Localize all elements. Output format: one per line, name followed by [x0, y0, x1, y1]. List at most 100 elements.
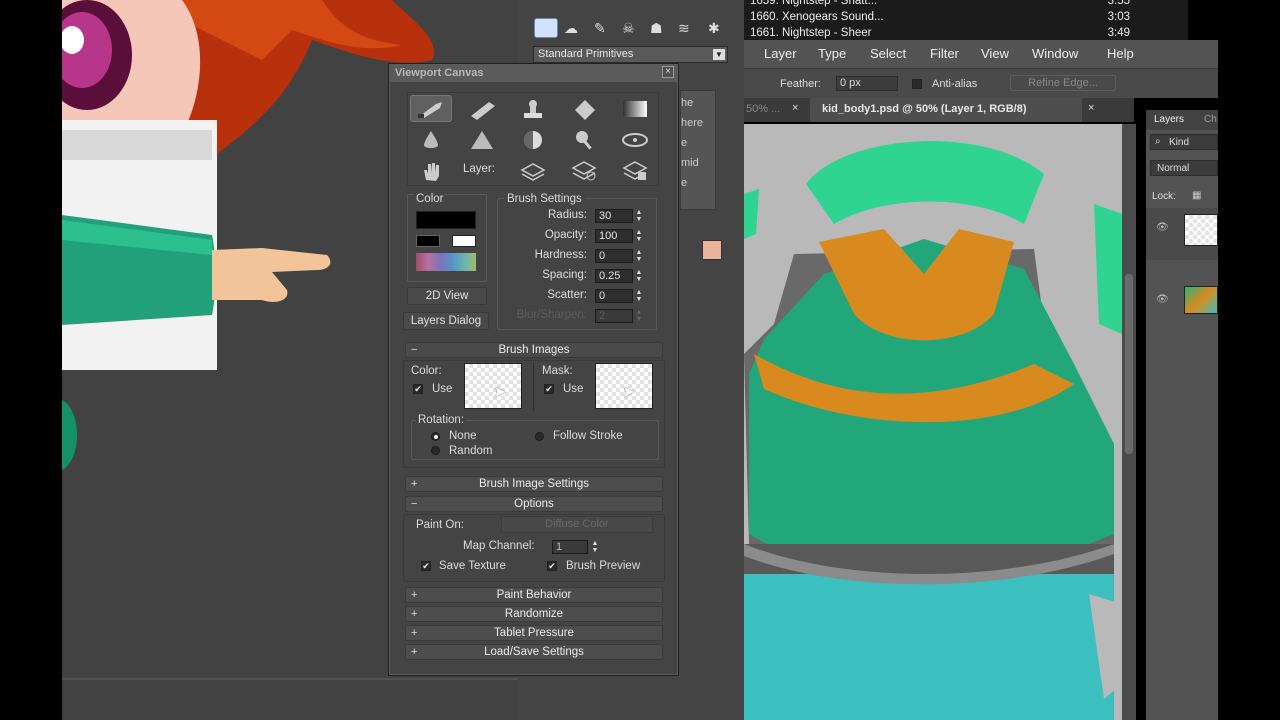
load-save-settings-rollout[interactable]: + Load/Save Settings	[405, 644, 663, 660]
eye-icon[interactable]: 👁	[1156, 222, 1169, 233]
list-item[interactable]: 1659. Nightstep - Shatt... 3:55	[750, 0, 1130, 9]
layer-add-icon[interactable]	[512, 157, 554, 184]
plus-icon: +	[411, 608, 418, 620]
menu-select[interactable]: Select	[870, 46, 906, 61]
dialog-titlebar[interactable]: Viewport Canvas	[389, 64, 678, 82]
close-icon[interactable]: ×	[792, 102, 798, 114]
mask-use-checkbox[interactable]: ✔	[544, 384, 554, 394]
paint-brush-icon[interactable]	[410, 95, 452, 122]
brush-preview-checkbox[interactable]: ✔	[547, 561, 557, 571]
rotation-follow-radio[interactable]	[535, 432, 544, 441]
scroll-thumb[interactable]	[1125, 274, 1133, 454]
anti-alias-checkbox[interactable]	[912, 79, 922, 89]
object-type-label[interactable]: he	[681, 97, 693, 109]
color-brush-image[interactable]: ➤	[464, 363, 522, 409]
object-type-label[interactable]: e	[681, 177, 687, 189]
list-item[interactable]: 1660. Xenogears Sound... 3:03	[750, 11, 1130, 25]
list-item[interactable]: 1661. Nightstep - Sheer 3:49	[750, 27, 1130, 41]
eye-icon[interactable]: 👁	[1156, 294, 1169, 305]
lights-icon[interactable]: ✎	[594, 20, 606, 37]
randomize-rollout[interactable]: + Randomize	[405, 606, 663, 622]
color-use-checkbox[interactable]: ✔	[413, 384, 423, 394]
spinner-icon[interactable]: ▲ ▼	[635, 229, 643, 243]
shapes-icon[interactable]: ☁	[564, 20, 578, 37]
brush-images-rollout[interactable]: − Brush Images	[405, 342, 663, 358]
object-type-label[interactable]: e	[681, 137, 687, 149]
hardness-input[interactable]: 0	[595, 249, 633, 263]
tablet-pressure-rollout[interactable]: + Tablet Pressure	[405, 625, 663, 641]
menu-type[interactable]: Type	[818, 46, 846, 61]
spacing-input[interactable]: 0.25	[595, 269, 633, 283]
spacewarps-icon[interactable]: ≋	[678, 20, 690, 37]
blur-icon[interactable]	[410, 126, 452, 153]
brush-image-settings-rollout[interactable]: + Brush Image Settings	[405, 476, 663, 492]
tab-channels[interactable]: Ch	[1204, 114, 1217, 125]
foreground-swatch[interactable]	[416, 235, 440, 247]
tool-grid: Layer:	[407, 92, 659, 186]
layer-row[interactable]: 👁	[1146, 282, 1218, 318]
object-type-label[interactable]: mid	[681, 157, 699, 169]
opacity-input[interactable]: 100	[595, 229, 633, 243]
paint-behavior-rollout[interactable]: + Paint Behavior	[405, 587, 663, 603]
clone-stamp-icon[interactable]	[512, 95, 554, 122]
primary-color-swatch[interactable]	[416, 211, 476, 229]
filter-kind-select[interactable]: ⌕ Kind	[1150, 134, 1218, 150]
spinner-icon[interactable]: ▲ ▼	[635, 249, 643, 263]
layers-dialog-button[interactable]: Layers Dialog	[403, 312, 489, 330]
menu-filter[interactable]: Filter	[930, 46, 959, 61]
menu-layer[interactable]: Layer	[764, 46, 797, 61]
tab-layers[interactable]: Layers	[1154, 114, 1184, 125]
map-channel-input[interactable]: 1	[552, 540, 588, 554]
geometry-icon[interactable]	[534, 18, 558, 38]
plus-icon: +	[411, 627, 418, 639]
color-palette[interactable]	[416, 253, 476, 271]
primitive-type-dropdown[interactable]: Standard Primitives ▼	[533, 46, 728, 63]
options-rollout[interactable]: − Options	[405, 496, 663, 512]
layer-row[interactable]: 👁	[1146, 208, 1218, 260]
lock-transparent-icon[interactable]: ▦	[1192, 190, 1201, 201]
tab-active[interactable]: kid_body1.psd @ 50% (Layer 1, RGB/8)	[810, 98, 1082, 122]
vertical-scrollbar[interactable]	[1122, 124, 1136, 720]
close-icon[interactable]: ×	[662, 66, 674, 78]
2d-view-button[interactable]: 2D View	[407, 287, 487, 305]
blend-mode-select[interactable]: Normal	[1150, 160, 1218, 176]
track-title: 1661. Nightstep - Sheer	[750, 27, 872, 39]
layer-merge-icon[interactable]	[563, 157, 605, 184]
rotation-none-radio[interactable]	[431, 432, 440, 441]
radius-input[interactable]: 30	[595, 209, 633, 223]
hand-icon[interactable]	[410, 157, 452, 184]
contrast-icon[interactable]	[512, 126, 554, 153]
fill-bucket-icon[interactable]	[563, 95, 605, 122]
feather-input[interactable]: 0 px	[836, 76, 898, 91]
document-canvas[interactable]	[744, 124, 1122, 720]
smudge-icon[interactable]	[614, 126, 656, 153]
brush-settings-title: Brush Settings	[504, 193, 585, 205]
photoshop-menubar: Layer Type Select Filter View Window Hel…	[744, 40, 1218, 68]
spinner-icon[interactable]: ▲ ▼	[635, 289, 643, 303]
layer-save-icon[interactable]	[614, 157, 656, 184]
tab-previous[interactable]: 50% ...	[746, 103, 780, 115]
spinner-icon[interactable]: ▲ ▼	[635, 209, 643, 223]
menu-help[interactable]: Help	[1107, 46, 1134, 61]
gradient-icon[interactable]	[614, 95, 656, 122]
mask-brush-image[interactable]: ➤	[595, 363, 653, 409]
background-swatch[interactable]	[452, 235, 476, 247]
object-type-label[interactable]: here	[681, 117, 703, 129]
close-icon[interactable]: ×	[1088, 102, 1094, 114]
cameras-icon[interactable]: ☠	[622, 20, 635, 37]
track-duration: 3:55	[1107, 0, 1130, 7]
rotation-random-radio[interactable]	[431, 446, 440, 455]
save-texture-checkbox[interactable]: ✔	[421, 561, 431, 571]
menu-view[interactable]: View	[981, 46, 1009, 61]
spinner-icon[interactable]: ▲ ▼	[635, 269, 643, 283]
erase-brush-icon[interactable]	[461, 95, 503, 122]
systems-icon[interactable]: ✱	[708, 20, 720, 37]
spinner-icon[interactable]: ▲ ▼	[591, 540, 599, 554]
refine-edge-button[interactable]: Refine Edge...	[1010, 75, 1116, 91]
helpers-icon[interactable]: ☗	[650, 20, 663, 37]
sharpen-icon[interactable]	[461, 126, 503, 153]
menu-window[interactable]: Window	[1032, 46, 1078, 61]
scatter-input[interactable]: 0	[595, 289, 633, 303]
dodge-icon[interactable]	[563, 126, 605, 153]
color-swatch[interactable]	[702, 240, 722, 260]
